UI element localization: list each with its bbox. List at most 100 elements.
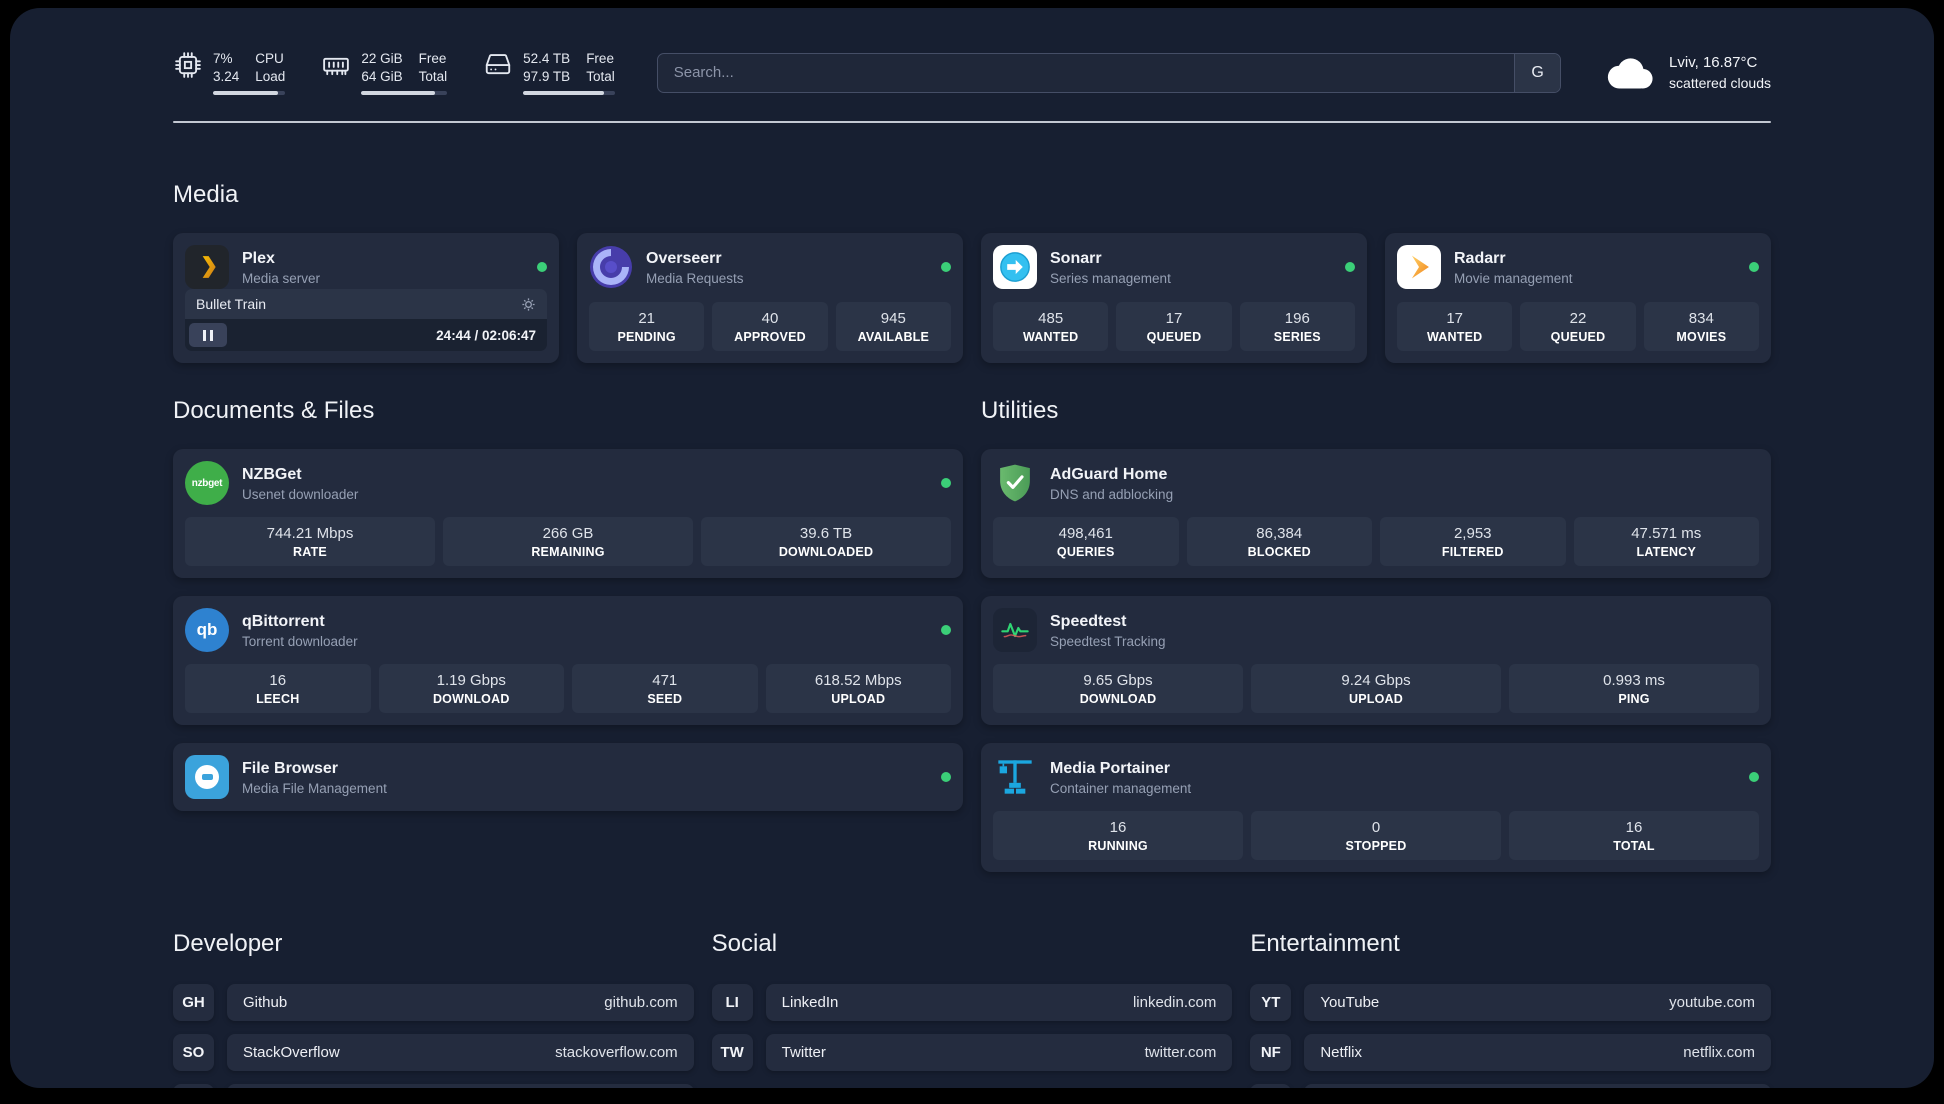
app-desc: Speedtest Tracking <box>1050 633 1166 649</box>
reddit-badge[interactable]: RE <box>1250 1084 1292 1088</box>
app-name: Radarr <box>1454 249 1506 267</box>
link-linkedin[interactable]: LinkedIn linkedin.com <box>765 984 1233 1022</box>
overseerr-icon <box>589 245 633 289</box>
app-card-filebrowser[interactable]: File Browser Media File Management <box>173 743 963 812</box>
pause-button[interactable] <box>189 323 227 348</box>
plex-icon <box>185 245 229 290</box>
stat-value: 16 <box>1625 819 1643 837</box>
link-name: LinkedIn <box>781 994 839 1012</box>
app-desc: Usenet downloader <box>242 486 359 502</box>
stat-label: RATE <box>293 545 327 560</box>
stat-value: 485 <box>1038 310 1064 328</box>
stat-value: 834 <box>1688 310 1714 328</box>
app-card-sonarr[interactable]: Sonarr Series management 485 WANTED 17 Q… <box>981 233 1367 364</box>
search-input[interactable] <box>657 53 1515 92</box>
sonarr-icon <box>993 245 1037 290</box>
stat-running: 16 RUNNING <box>993 811 1243 861</box>
disk-usage-bar <box>523 91 615 96</box>
stackoverflow-badge[interactable]: SO <box>173 1034 214 1072</box>
app-card-plex[interactable]: Plex Media server Bullet Train 24:44 / 0… <box>173 233 559 364</box>
dev-badge[interactable]: DT <box>173 1084 214 1088</box>
youtube-badge[interactable]: YT <box>1250 984 1292 1022</box>
weather-condition: scattered clouds <box>1669 75 1771 92</box>
app-desc: Container management <box>1050 780 1192 796</box>
pause-icon-bar <box>210 329 213 341</box>
pause-icon <box>203 329 206 341</box>
link-netflix[interactable]: Netflix netflix.com <box>1304 1034 1771 1072</box>
stat-wanted: 485 WANTED <box>993 302 1109 352</box>
stat-label: WANTED <box>1426 330 1483 345</box>
stat-filtered: 2,953 FILTERED <box>1380 517 1566 567</box>
app-card-overseerr[interactable]: Overseerr Media Requests 21 PENDING 40 A… <box>577 233 963 364</box>
cpu-label: CPU <box>255 51 284 66</box>
stat-leech: 16 LEECH <box>185 664 371 714</box>
status-indicator <box>537 262 547 273</box>
stat-label: SEED <box>647 692 683 707</box>
stat-label: RUNNING <box>1088 839 1148 854</box>
app-header: Speedtest Speedtest Tracking <box>993 608 1759 653</box>
stat-label: QUEUED <box>1146 330 1202 345</box>
app-card-nzbget[interactable]: nzbget NZBGet Usenet downloader 744.21 M… <box>173 449 963 579</box>
cpu-usage-bar <box>213 91 286 96</box>
stat-label: DOWNLOADED <box>778 545 874 560</box>
netflix-badge[interactable]: NF <box>1250 1034 1292 1072</box>
link-row-linkedin: LI LinkedIn linkedin.com <box>711 984 1233 1022</box>
link-youtube[interactable]: YouTube youtube.com <box>1304 984 1771 1022</box>
app-desc: Movie management <box>1454 270 1573 286</box>
cpu-load-percent: 7% <box>213 51 233 66</box>
twitter-badge[interactable]: TW <box>711 1034 753 1072</box>
link-twitter[interactable]: Twitter twitter.com <box>765 1034 1233 1072</box>
now-playing-title: Bullet Train <box>196 296 267 313</box>
middle-columns: Documents & Files nzbget NZBGet Usenet d… <box>173 363 1771 873</box>
section-developer: Developer GH Github github.com SO StackO… <box>173 930 694 1088</box>
status-indicator <box>1345 262 1355 273</box>
link-dev[interactable]: DEV dev.to <box>227 1084 694 1088</box>
disk-usage-bar-fill <box>523 91 604 96</box>
link-row-github: GH Github github.com <box>173 984 694 1022</box>
app-card-portainer[interactable]: Media Portainer Container management 16 … <box>981 743 1771 873</box>
disk-free-label: Free <box>586 51 614 66</box>
link-url: twitter.com <box>1144 1044 1217 1062</box>
stat-downloaded: 39.6 TB DOWNLOADED <box>701 517 951 567</box>
link-row-netflix: NF Netflix netflix.com <box>1250 1034 1771 1072</box>
app-name: Plex <box>242 249 275 267</box>
link-row-twitter: TW Twitter twitter.com <box>711 1034 1233 1072</box>
app-card-qbittorrent[interactable]: qb qBittorrent Torrent downloader 16 LEE… <box>173 596 963 726</box>
settings-gear-icon[interactable] <box>521 297 536 312</box>
stat-movies: 834 MOVIES <box>1643 302 1759 352</box>
stat-upload: 618.52 Mbps UPLOAD <box>765 664 951 714</box>
link-stackoverflow[interactable]: StackOverflow stackoverflow.com <box>227 1034 694 1072</box>
status-indicator <box>941 625 951 636</box>
stat-label: TOTAL <box>1613 839 1655 854</box>
link-url: netflix.com <box>1683 1044 1755 1062</box>
github-badge[interactable]: GH <box>173 984 214 1022</box>
app-desc: Media server <box>242 270 321 286</box>
search-engine-button[interactable]: G <box>1514 53 1561 92</box>
linkedin-badge[interactable]: LI <box>711 984 753 1022</box>
section-entertainment: Entertainment YT YouTube youtube.com NF … <box>1250 930 1771 1088</box>
link-github[interactable]: Github github.com <box>227 984 694 1022</box>
app-card-speedtest[interactable]: Speedtest Speedtest Tracking 9.65 Gbps D… <box>981 596 1771 726</box>
stat-label: UPLOAD <box>1349 692 1403 707</box>
stat-total: 16 TOTAL <box>1509 811 1759 861</box>
link-reddit[interactable]: Reddit reddit.com <box>1304 1084 1771 1088</box>
app-card-adguard[interactable]: AdGuard Home DNS and adblocking 498,461 … <box>981 449 1771 579</box>
app-name: Sonarr <box>1050 249 1102 267</box>
stat-value: 16 <box>269 672 287 690</box>
filebrowser-icon <box>185 755 229 800</box>
section-title-documents: Documents & Files <box>173 397 375 425</box>
stat-value: 744.21 Mbps <box>266 525 354 543</box>
stat-approved: 40 APPROVED <box>712 302 828 352</box>
app-name: Speedtest <box>1050 612 1127 630</box>
stat-rate: 744.21 Mbps RATE <box>185 517 435 567</box>
app-card-radarr[interactable]: Radarr Movie management 17 WANTED 22 QUE… <box>1385 233 1771 364</box>
stat-label: FILTERED <box>1441 545 1504 560</box>
ram-icon <box>323 57 350 76</box>
link-row-youtube: YT YouTube youtube.com <box>1250 984 1771 1022</box>
app-name: Overseerr <box>646 249 722 267</box>
status-indicator <box>941 262 951 273</box>
cpu-usage-bar-fill <box>213 91 279 96</box>
section-title-media: Media <box>173 181 239 209</box>
stat-ping: 0.993 ms PING <box>1509 664 1759 714</box>
disk-total-value: 97.9 TB <box>523 69 571 85</box>
